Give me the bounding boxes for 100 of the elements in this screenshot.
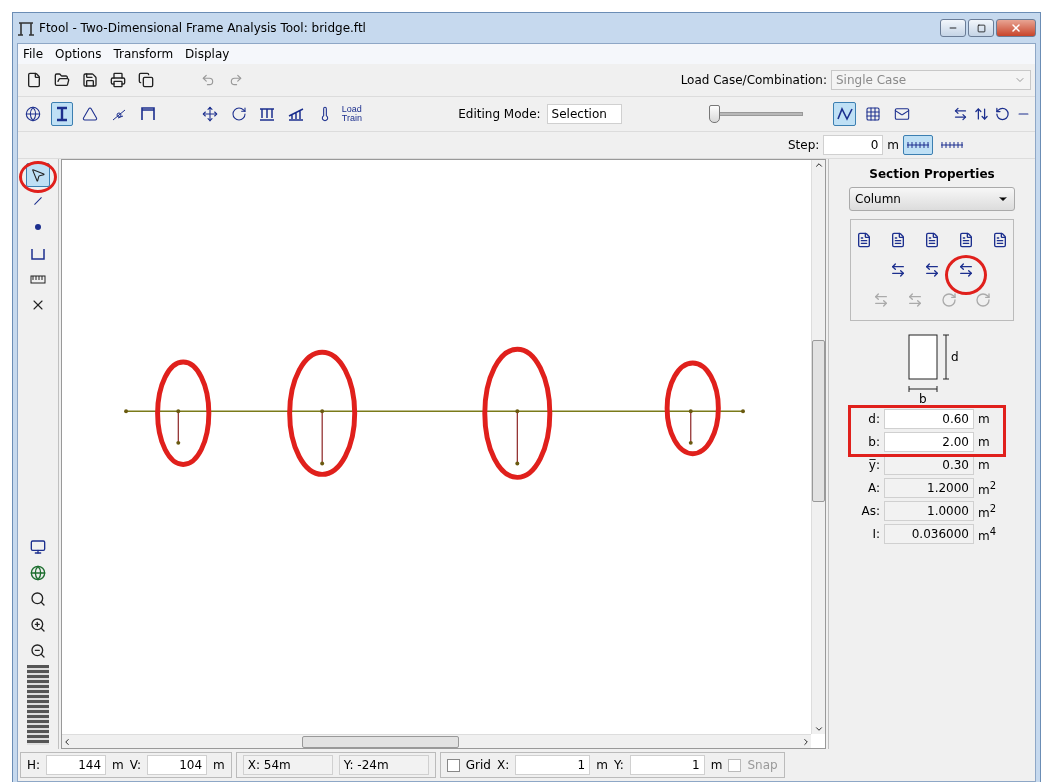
x-coordinate: X: 54m [242,755,333,775]
zoom-in-icon [30,617,46,633]
step-unit: m [887,138,899,152]
property-unit: m [978,412,991,426]
property-unit: m$^{2}$ [978,502,998,520]
property-value: 0.036000 [884,524,974,544]
copy-icon [138,72,154,88]
scroll-down-icon[interactable] [813,724,824,734]
undo-icon [201,73,215,87]
grid-y-field[interactable]: 1 [629,755,705,775]
document-icon [958,232,974,248]
h-unit: m [112,758,124,772]
toolbar-button[interactable] [50,102,74,126]
y-coordinate: Y: -24m [338,755,429,775]
arrows-icon [890,262,906,278]
snap-label: Snap [747,758,778,772]
menu-item[interactable]: Transform [108,47,179,61]
step-mode-button[interactable] [903,135,933,155]
menu-item[interactable]: File [18,47,49,61]
scroll-left-icon[interactable] [62,736,72,747]
scroll-right-icon[interactable] [801,736,811,747]
globe-icon [30,565,46,581]
horizontal-scrollbar[interactable] [62,734,811,748]
minimize-button[interactable] [940,19,966,37]
h-label: H: [27,758,41,772]
ruler-icon [906,141,930,149]
horizontal-arrows-icon[interactable] [953,106,968,122]
file-icon [26,72,42,88]
property-label: d: [867,412,880,426]
tool-button[interactable] [26,163,50,187]
arrows-icon [873,292,889,308]
property-unit: m$^{2}$ [978,479,998,497]
maximize-icon [976,23,986,33]
zigzag-icon [836,106,853,122]
section-dropdown[interactable]: Column [849,187,1015,211]
pointer-icon [30,167,46,183]
arrows-icon [907,292,923,308]
folder-icon [54,72,70,88]
document-icon [856,232,872,248]
property-value: 1.2000 [884,478,974,498]
linear-load-icon [287,106,304,122]
menu-item[interactable]: Display [180,47,235,61]
editing-mode-field[interactable]: Selection [546,104,623,124]
property-field[interactable]: 0.60 [884,409,974,429]
document-icon [924,232,940,248]
step-field[interactable]: 0 [823,135,884,155]
v-field[interactable]: 104 [147,755,208,775]
v-unit: m [213,758,225,772]
document-icon [992,232,1008,248]
monitor-icon [30,539,46,555]
load-case-label: Load Case/Combination: [680,73,827,87]
property-label: As: [860,504,880,518]
property-label: I: [871,527,880,541]
h-field[interactable]: 144 [46,755,107,775]
highlight-circle [945,255,987,295]
property-value: 0.30 [884,455,974,475]
property-unit: m [978,458,991,472]
globe-icon [25,106,42,122]
v-label: V: [129,758,142,772]
vertical-scrollbar[interactable] [811,160,825,734]
zoom-slider[interactable] [708,105,803,123]
property-unit: m [978,435,991,449]
distributed-load-icon [259,106,276,122]
step-label: Step: [787,138,820,152]
menu-item[interactable]: Options [50,47,107,61]
property-label: b: [867,435,880,449]
rotate-icon [941,292,957,308]
grid-x-label: X: [496,758,510,772]
ruler-icon [940,141,964,149]
property-unit: m$^{4}$ [978,525,998,543]
scroll-up-icon[interactable] [813,160,824,170]
grid-icon [865,106,882,122]
move-icon [202,106,219,122]
highlight-circle [19,161,57,193]
rotate-icon[interactable] [994,106,1010,122]
frame-logo-icon [17,20,35,36]
maximize-button[interactable] [968,19,994,37]
editing-mode-label: Editing Mode: [458,107,541,121]
rotate-icon [230,106,247,122]
grid-label: Grid [465,758,491,772]
grid-y-label: Y: [613,758,624,772]
load-train-button[interactable]: Load Train [341,105,362,123]
triangle-icon [82,106,99,122]
printer-icon [110,72,126,88]
vertical-arrows-icon[interactable] [974,106,989,122]
grid-x-unit: m [596,758,608,772]
grid-y-unit: m [710,758,723,772]
property-field[interactable]: 2.00 [884,432,974,452]
slider-thumb[interactable] [708,105,720,123]
window-title: Ftool - Two-Dimensional Frame Analysis Tool: bridge.ftl [39,21,366,35]
grid-checkbox[interactable] [446,758,460,772]
property-label: y̅: [867,458,880,472]
grid-x-field[interactable]: 1 [515,755,591,775]
close-button[interactable] [996,19,1036,37]
section-diagram: d b [897,331,967,405]
rotate-icon [975,292,991,308]
property-value: 1.0000 [884,501,974,521]
arrows-icon [958,262,974,278]
toolbar-button[interactable] [833,102,856,126]
envelope-icon [893,106,910,122]
